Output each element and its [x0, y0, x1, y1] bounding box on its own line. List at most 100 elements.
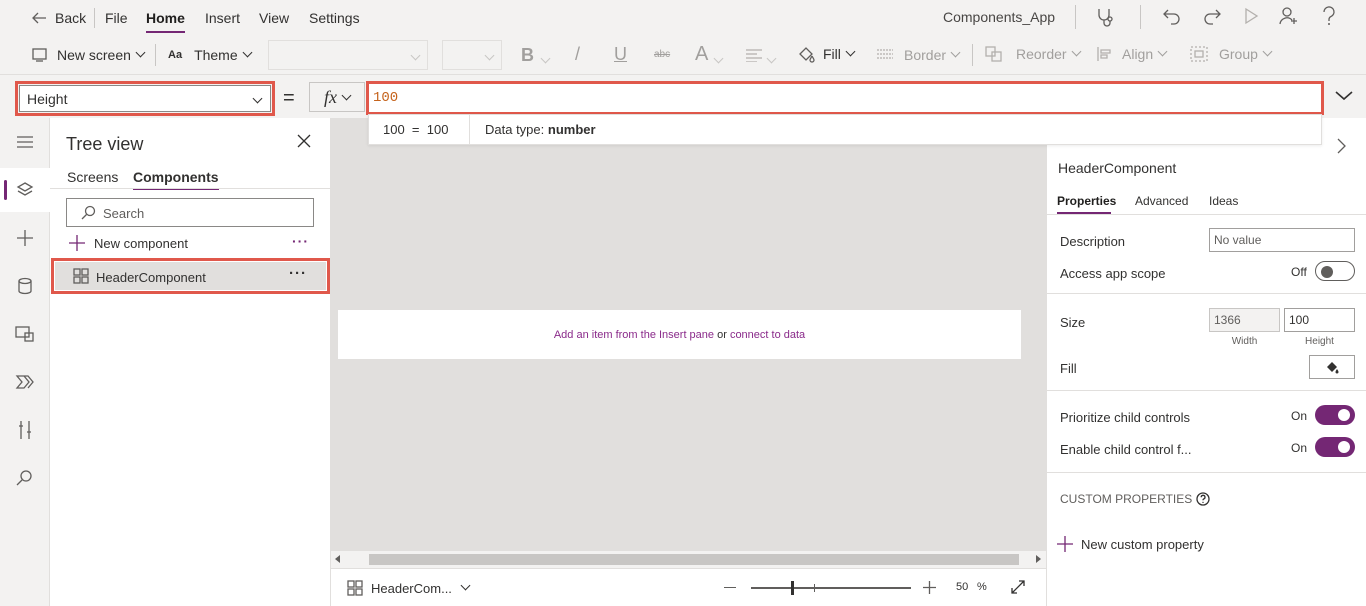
fx-button[interactable]: fx: [309, 82, 365, 112]
font-color-button[interactable]: A: [695, 43, 708, 66]
close-tree-button[interactable]: [297, 134, 311, 148]
tab-components[interactable]: Components: [133, 169, 219, 190]
divider: [1140, 5, 1141, 29]
text-align-button[interactable]: [745, 48, 763, 62]
tree-search-input[interactable]: Search: [66, 198, 314, 227]
reorder-button[interactable]: Reorder: [985, 46, 1082, 62]
tree-view-button[interactable]: [0, 168, 50, 212]
toggle-knob: [1321, 266, 1333, 278]
undo-icon: [1163, 9, 1180, 25]
italic-button[interactable]: /: [575, 44, 580, 65]
width-input[interactable]: 1366: [1209, 308, 1280, 332]
properties-pane: HeaderComponent Properties Advanced Idea…: [1046, 118, 1366, 606]
zoom-out-icon[interactable]: [724, 587, 736, 588]
custom-properties-heading: CUSTOM PROPERTIES: [1060, 492, 1210, 506]
formula-bar: Height = fx 100: [0, 74, 1366, 118]
app-checker-button[interactable]: [1095, 6, 1117, 28]
advanced-tools-button[interactable]: [0, 408, 50, 452]
share-button[interactable]: [1278, 5, 1300, 27]
menu-file[interactable]: File: [105, 10, 128, 26]
font-family-dropdown[interactable]: [268, 40, 428, 70]
new-screen-button[interactable]: New screen: [32, 47, 146, 63]
access-scope-label: Access app scope: [1060, 266, 1166, 281]
font-size-dropdown[interactable]: [442, 40, 502, 70]
tab-screens[interactable]: Screens: [67, 169, 118, 185]
zoom-tick: [814, 584, 815, 592]
description-label: Description: [1060, 234, 1126, 249]
more-options-icon[interactable]: ···: [292, 233, 309, 249]
height-input[interactable]: 100: [1284, 308, 1355, 332]
redo-button[interactable]: [1202, 6, 1222, 26]
search-button[interactable]: [0, 456, 50, 500]
fit-to-window-icon[interactable]: [1010, 579, 1026, 595]
chevron-down-icon: [950, 47, 961, 57]
expand-formula-button[interactable]: [1334, 85, 1354, 105]
database-icon: [18, 277, 32, 295]
menu-insert[interactable]: Insert: [205, 10, 240, 26]
zoom-value: 50: [956, 581, 969, 593]
left-navigation-rail: [0, 118, 50, 606]
align-button[interactable]: Align: [1096, 46, 1168, 62]
border-icon: [877, 49, 893, 59]
info-icon[interactable]: [1196, 492, 1210, 506]
zoom-in-icon[interactable]: [923, 581, 936, 594]
menu-view[interactable]: View: [259, 10, 289, 26]
tools-icon: [19, 421, 31, 439]
property-dropdown[interactable]: Height: [19, 85, 271, 112]
chevron-down-icon: [1071, 46, 1082, 56]
scroll-left-icon[interactable]: [335, 555, 340, 563]
preview-button[interactable]: [1243, 7, 1259, 25]
description-input[interactable]: No value: [1209, 228, 1355, 252]
data-button[interactable]: [0, 264, 50, 308]
screen-selector[interactable]: HeaderCom...: [347, 580, 471, 596]
chevron-right-icon[interactable]: [1336, 137, 1348, 155]
strikethrough-button[interactable]: abc: [654, 49, 670, 60]
new-component-button[interactable]: New component: [69, 235, 188, 251]
access-scope-toggle[interactable]: [1315, 261, 1355, 281]
back-button[interactable]: Back: [30, 10, 86, 26]
undo-button[interactable]: [1162, 6, 1182, 26]
insert-pane-link[interactable]: Add an item from the Insert pane: [554, 329, 714, 341]
menu-settings[interactable]: Settings: [309, 10, 360, 26]
help-button[interactable]: [1321, 6, 1337, 26]
prioritize-toggle[interactable]: [1315, 405, 1355, 425]
item-more-icon[interactable]: ···: [289, 265, 307, 282]
search-icon: [16, 470, 32, 486]
theme-button[interactable]: Aa Theme: [168, 47, 253, 63]
enable-child-state: On: [1291, 441, 1308, 455]
fill-button[interactable]: Fill: [797, 45, 856, 63]
user-add-icon: [1279, 7, 1297, 25]
canvas-area: Add an item from the Insert pane or conn…: [331, 118, 1046, 606]
tab-properties[interactable]: Properties: [1057, 194, 1116, 208]
media-button[interactable]: [0, 312, 50, 356]
group-icon: [1190, 46, 1208, 62]
scroll-right-icon[interactable]: [1036, 555, 1041, 563]
scrollbar-thumb[interactable]: [369, 554, 1019, 565]
tab-advanced[interactable]: Advanced: [1135, 194, 1188, 208]
formula-result-tooltip: 100 = 100 Data type: number: [368, 114, 1322, 145]
bold-button[interactable]: B: [521, 45, 534, 66]
divider: [50, 188, 331, 189]
zoom-slider[interactable]: [751, 581, 911, 595]
new-custom-property-button[interactable]: New custom property: [1057, 536, 1204, 552]
menu-home[interactable]: Home: [146, 10, 185, 33]
flow-icon: [15, 375, 34, 389]
underline-button[interactable]: U: [614, 44, 627, 65]
hamburger-menu-button[interactable]: [0, 120, 50, 164]
chevron-down-icon: [135, 47, 146, 57]
tree-item-headercomponent[interactable]: HeaderComponent ···: [55, 262, 326, 290]
width-caption: Width: [1231, 336, 1258, 347]
search-icon: [81, 205, 96, 220]
power-automate-button[interactable]: [0, 360, 50, 404]
component-canvas[interactable]: Add an item from the Insert pane or conn…: [338, 310, 1021, 359]
connect-data-link[interactable]: connect to data: [730, 329, 805, 341]
fill-color-picker[interactable]: [1309, 355, 1355, 379]
insert-button[interactable]: [0, 216, 50, 260]
horizontal-scrollbar[interactable]: [331, 551, 1046, 568]
enable-child-toggle[interactable]: [1315, 437, 1355, 457]
zoom-slider-thumb[interactable]: [791, 581, 794, 595]
formula-input[interactable]: 100: [369, 84, 1321, 112]
border-button[interactable]: Border: [876, 47, 961, 63]
group-button[interactable]: Group: [1190, 46, 1273, 62]
tab-ideas[interactable]: Ideas: [1209, 194, 1238, 208]
